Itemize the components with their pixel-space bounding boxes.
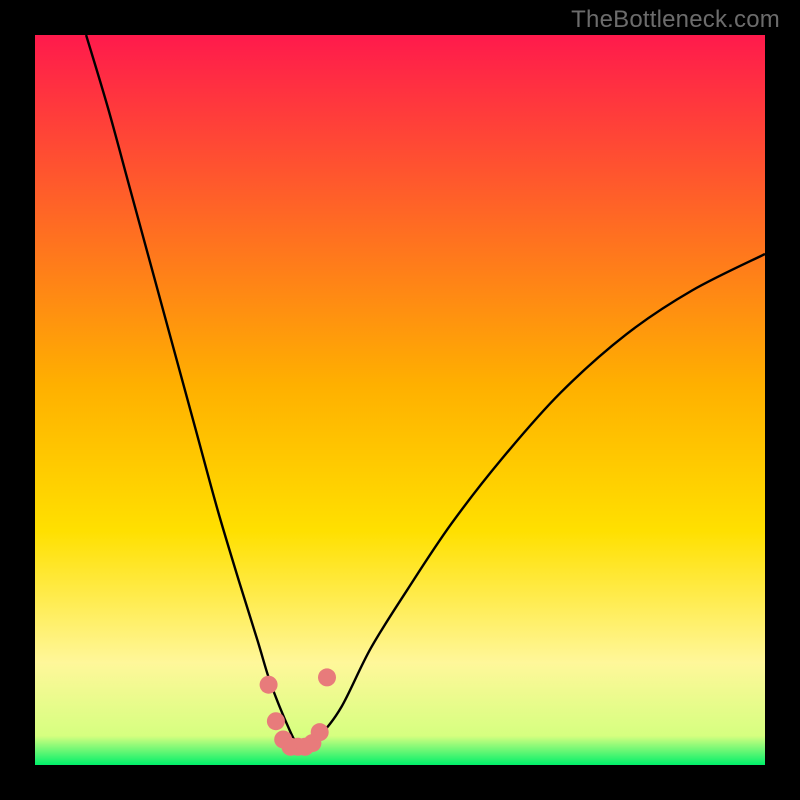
- chart-svg: [35, 35, 765, 765]
- plot-area: [35, 35, 765, 765]
- chart-frame: TheBottleneck.com: [0, 0, 800, 800]
- valley-marker: [311, 723, 329, 741]
- gradient-background: [35, 35, 765, 765]
- valley-marker: [318, 668, 336, 686]
- watermark-text: TheBottleneck.com: [571, 6, 780, 34]
- valley-marker: [260, 676, 278, 694]
- valley-marker: [267, 712, 285, 730]
